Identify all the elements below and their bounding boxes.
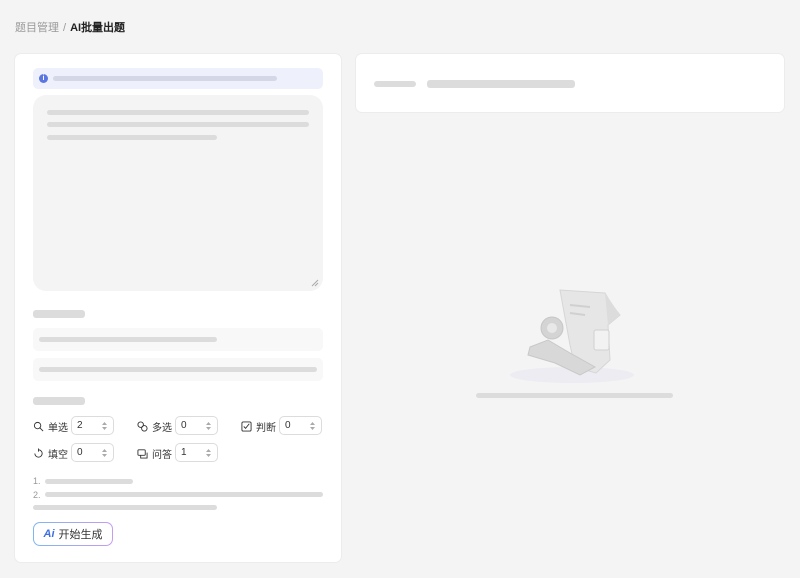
note-text-placeholder <box>45 479 133 484</box>
fill-blank-icon <box>34 448 43 458</box>
ai-logo-icon: Ai <box>43 528 55 540</box>
single-choice-icon <box>33 421 44 432</box>
multi-choice-text: 多选 <box>152 423 172 434</box>
stepper-arrows-icon[interactable] <box>101 447 108 459</box>
textarea-line-placeholder <box>47 110 309 115</box>
single-choice-label: 单选 <box>33 419 68 434</box>
judge-label: 判断 <box>241 419 276 434</box>
textarea-line-placeholder <box>47 135 217 140</box>
resize-handle-icon[interactable] <box>309 277 319 287</box>
result-subtitle-placeholder <box>427 80 575 88</box>
stepper-arrows-icon[interactable] <box>101 420 108 432</box>
option-text-placeholder <box>39 337 217 342</box>
textarea-line-placeholder <box>47 122 309 127</box>
prompt-textarea[interactable] <box>33 95 323 291</box>
single-choice-stepper[interactable]: 2 <box>71 416 114 435</box>
breadcrumb: 题目管理 / AI批量出题 <box>15 19 125 35</box>
generation-form-panel: i 单选 2 多选 0 判断 0 填空 0 问答 1 1. 2. Ai 开始生成 <box>14 53 342 563</box>
stepper-arrows-icon[interactable] <box>205 447 212 459</box>
breadcrumb-parent[interactable]: 题目管理 <box>15 22 59 34</box>
info-notice: i <box>33 68 323 89</box>
empty-state-text-placeholder <box>476 393 673 398</box>
multi-choice-label: 多选 <box>137 419 172 434</box>
breadcrumb-separator: / <box>63 22 67 34</box>
fill-blank-value: 0 <box>77 447 83 458</box>
section-title-placeholder <box>33 310 85 318</box>
option-text-placeholder <box>39 367 317 372</box>
judge-text: 判断 <box>256 423 276 434</box>
multi-choice-icon <box>137 421 148 432</box>
note-text-placeholder <box>45 492 323 497</box>
note-number-1: 1. <box>33 476 41 486</box>
judge-icon <box>241 421 252 432</box>
empty-state-illustration <box>510 289 634 383</box>
info-icon: i <box>39 74 48 83</box>
qa-icon <box>137 449 148 459</box>
qa-text: 问答 <box>152 450 172 461</box>
option-row[interactable] <box>33 328 323 351</box>
qa-value: 1 <box>181 447 187 458</box>
start-generate-button[interactable]: Ai 开始生成 <box>33 522 113 546</box>
qa-stepper[interactable]: 1 <box>175 443 218 462</box>
judge-value: 0 <box>285 420 291 431</box>
multi-choice-stepper[interactable]: 0 <box>175 416 218 435</box>
fill-blank-stepper[interactable]: 0 <box>71 443 114 462</box>
multi-choice-value: 0 <box>181 420 187 431</box>
note-number-2: 2. <box>33 490 41 500</box>
result-header-panel <box>355 53 785 113</box>
fill-blank-text: 填空 <box>48 450 68 461</box>
info-text-placeholder <box>53 76 277 81</box>
start-generate-label: 开始生成 <box>58 529 103 541</box>
breadcrumb-current: AI批量出题 <box>70 22 126 34</box>
single-choice-value: 2 <box>77 420 83 431</box>
fill-blank-label: 填空 <box>33 446 68 461</box>
result-title-placeholder <box>374 81 416 87</box>
qa-label: 问答 <box>137 446 172 461</box>
judge-stepper[interactable]: 0 <box>279 416 322 435</box>
section-title-placeholder <box>33 397 85 405</box>
stepper-arrows-icon[interactable] <box>309 420 316 432</box>
single-choice-text: 单选 <box>48 423 68 434</box>
note-text-placeholder <box>33 505 217 510</box>
stepper-arrows-icon[interactable] <box>205 420 212 432</box>
option-row[interactable] <box>33 358 323 381</box>
